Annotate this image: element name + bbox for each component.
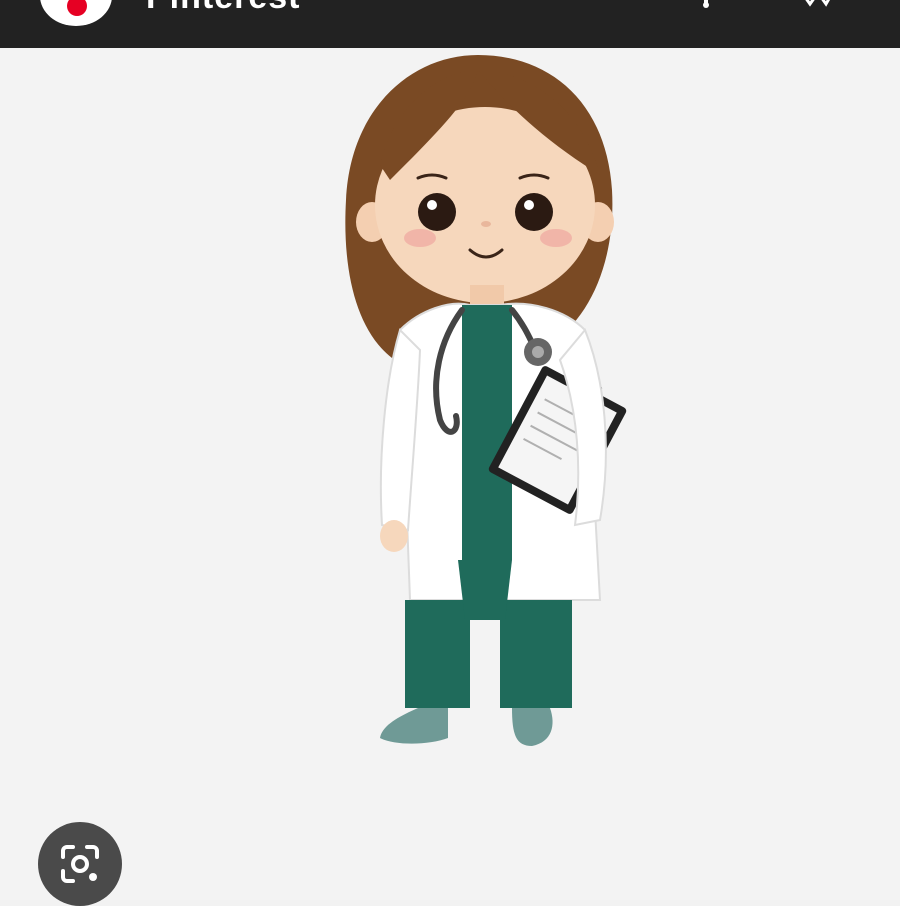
share-icon[interactable] xyxy=(694,0,718,8)
more-icon[interactable] xyxy=(796,0,836,8)
pinterest-logo-icon[interactable] xyxy=(40,0,112,26)
doctor-illustration xyxy=(345,55,627,746)
pinterest-logo-mark xyxy=(67,0,87,16)
app-top-bar: Pinterest xyxy=(0,0,900,48)
lens-search-icon xyxy=(61,845,99,883)
app-title: Pinterest xyxy=(146,0,301,17)
lens-search-button[interactable] xyxy=(38,822,122,906)
